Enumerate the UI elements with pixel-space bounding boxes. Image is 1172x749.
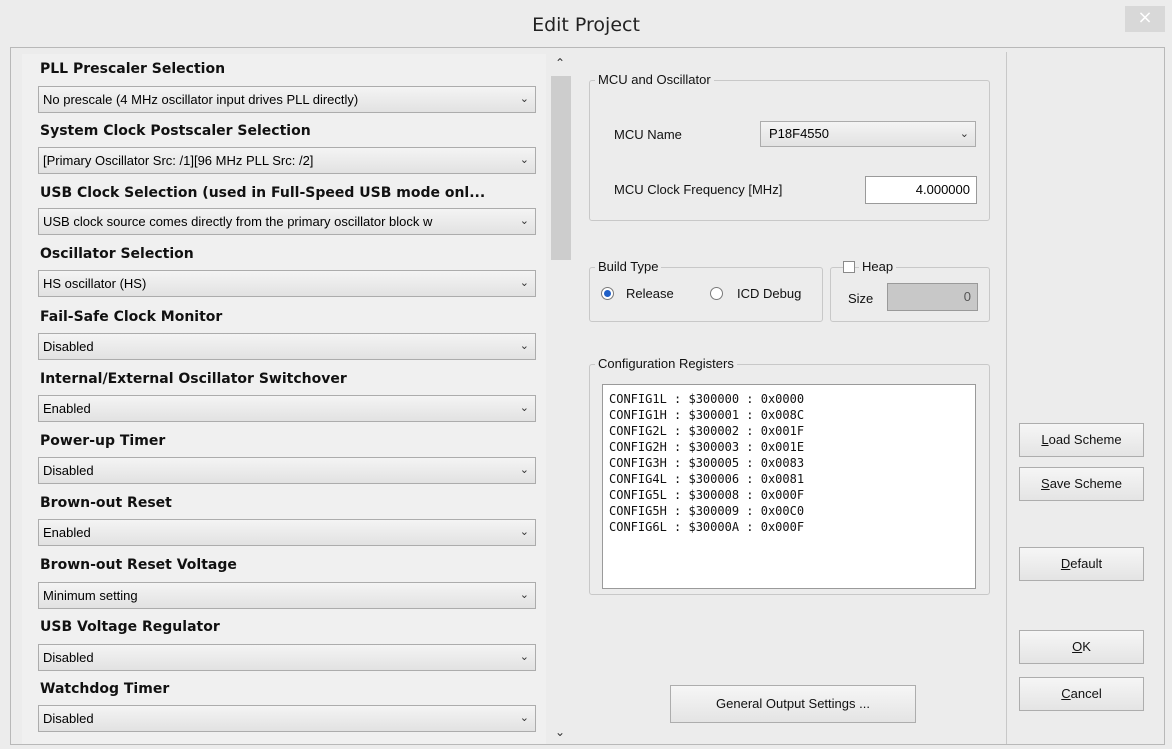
option-label: Brown-out Reset Voltage — [40, 557, 237, 573]
chevron-down-icon: ⌄ — [519, 277, 529, 289]
config-register-line: CONFIG6L : $30000A : 0x000F — [609, 520, 805, 534]
config-register-line: CONFIG1H : $300001 : 0x008C — [609, 408, 805, 422]
save-scheme-button[interactable]: Save Scheme — [1019, 467, 1144, 501]
release-label: Release — [626, 286, 674, 301]
default-button[interactable]: Default — [1019, 547, 1144, 581]
option-label: PLL Prescaler Selection — [40, 61, 226, 77]
cancel-button[interactable]: Cancel — [1019, 677, 1144, 711]
chevron-down-icon: ⌄ — [519, 215, 529, 227]
caret-up-icon[interactable]: ⌃ — [555, 56, 565, 70]
general-output-settings-button[interactable]: General Output Settings ... — [670, 685, 916, 723]
option-select[interactable]: Disabled ⌄ — [38, 333, 536, 360]
release-radio[interactable] — [601, 287, 614, 300]
option-label: Power-up Timer — [40, 433, 166, 449]
option-label: Watchdog Timer — [40, 681, 170, 697]
ok-button[interactable]: OK — [1019, 630, 1144, 664]
chevron-down-icon: ⌄ — [519, 340, 529, 352]
option-label: USB Voltage Regulator — [40, 619, 220, 635]
config-register-line: CONFIG4L : $300006 : 0x0081 — [609, 472, 805, 486]
caret-down-icon[interactable]: ⌄ — [555, 725, 565, 739]
config-register-line: CONFIG5H : $300009 : 0x00C0 — [609, 504, 805, 518]
heap-size-input: 0 — [887, 283, 978, 311]
mcu-clock-label: MCU Clock Frequency [MHz] — [614, 182, 783, 197]
option-label: USB Clock Selection (used in Full-Speed … — [40, 185, 486, 201]
config-register-line: CONFIG2L : $300002 : 0x001F — [609, 424, 805, 438]
icd-debug-label: ICD Debug — [737, 286, 802, 301]
chevron-down-icon: ⌄ — [519, 651, 529, 663]
chevron-down-icon: ⌄ — [519, 154, 529, 166]
chevron-down-icon: ⌄ — [519, 402, 529, 414]
config-registers-title: Configuration Registers — [595, 356, 737, 371]
mcu-clock-input[interactable]: 4.000000 — [865, 176, 977, 204]
option-select[interactable]: HS oscillator (HS) ⌄ — [38, 270, 536, 297]
option-select[interactable]: Disabled ⌄ — [38, 457, 536, 484]
chevron-down-icon: ⌄ — [519, 712, 529, 724]
option-select[interactable]: Minimum setting ⌄ — [38, 582, 536, 609]
config-register-line: CONFIG5L : $300008 : 0x000F — [609, 488, 805, 502]
close-button[interactable]: × — [1125, 6, 1165, 32]
option-select[interactable]: Enabled ⌄ — [38, 395, 536, 422]
config-register-line: CONFIG1L : $300000 : 0x0000 — [609, 392, 805, 406]
chevron-down-icon: ⌄ — [519, 93, 529, 105]
option-select[interactable]: Enabled ⌄ — [38, 519, 536, 546]
config-register-line: CONFIG3H : $300005 : 0x0083 — [609, 456, 805, 470]
right-divider — [1006, 52, 1007, 744]
icd-debug-radio[interactable] — [710, 287, 723, 300]
heap-checkbox[interactable] — [843, 261, 855, 273]
build-type-title: Build Type — [595, 259, 662, 274]
chevron-down-icon: ⌄ — [519, 526, 529, 538]
heap-title: Heap — [859, 259, 897, 274]
mcu-group-title: MCU and Oscillator — [595, 72, 714, 87]
mcu-name-select[interactable]: P18F4550 ⌄ — [760, 121, 976, 147]
option-select[interactable]: No prescale (4 MHz oscillator input driv… — [38, 86, 536, 113]
option-select[interactable]: USB clock source comes directly from the… — [38, 208, 536, 235]
option-select[interactable]: [Primary Oscillator Src: /1][96 MHz PLL … — [38, 147, 536, 174]
chevron-down-icon: ⌄ — [519, 464, 529, 476]
option-label: Brown-out Reset — [40, 495, 172, 511]
chevron-down-icon: ⌄ — [519, 589, 529, 601]
chevron-down-icon: ⌄ — [959, 128, 969, 140]
config-registers-list[interactable]: CONFIG1L : $300000 : 0x0000 CONFIG1H : $… — [602, 384, 976, 589]
option-label: Internal/External Oscillator Switchover — [40, 371, 347, 387]
option-label: Fail-Safe Clock Monitor — [40, 309, 223, 325]
load-scheme-button[interactable]: Load Scheme — [1019, 423, 1144, 457]
mcu-name-label: MCU Name — [614, 127, 682, 142]
title-bar: Edit Project × — [0, 0, 1172, 50]
heap-size-label: Size — [848, 291, 874, 306]
option-label: Oscillator Selection — [40, 246, 194, 262]
option-label: System Clock Postscaler Selection — [40, 123, 311, 139]
config-register-line: CONFIG2H : $300003 : 0x001E — [609, 440, 805, 454]
option-select[interactable]: Disabled ⌄ — [38, 705, 536, 732]
scrollbar-thumb[interactable] — [551, 76, 571, 260]
option-select[interactable]: Disabled ⌄ — [38, 644, 536, 671]
window-title: Edit Project — [532, 14, 640, 36]
